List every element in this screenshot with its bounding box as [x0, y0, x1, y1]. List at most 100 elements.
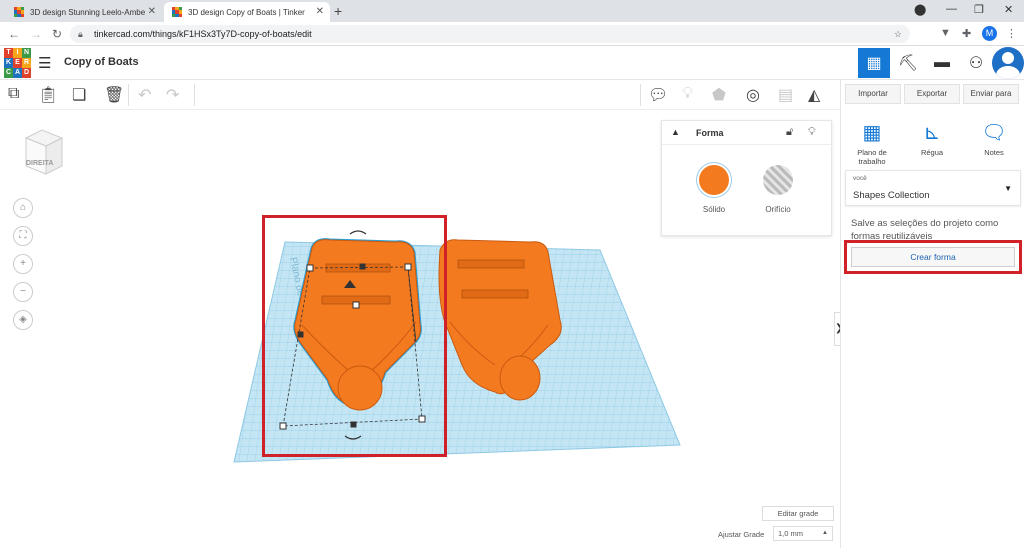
delete-icon[interactable]: 🗑︎: [104, 85, 124, 105]
close-tab-icon[interactable]: ✕: [148, 6, 156, 17]
tinkercad-logo[interactable]: T I N K E R C A D: [4, 48, 31, 78]
shape-inspector-header: ▲ Forma 🔓︎ 💡︎: [662, 121, 831, 145]
edit-grid-button[interactable]: Editar grade: [762, 506, 834, 521]
highlight-box-create: [844, 240, 1022, 274]
lock-icon[interactable]: 🔓︎: [786, 126, 793, 139]
workplane-tool[interactable]: ▦ Plano de trabalho: [847, 120, 897, 166]
workplane-tool-label: Plano de trabalho: [857, 148, 887, 166]
toolbar-divider: [640, 84, 641, 106]
export-button[interactable]: Exportar: [904, 84, 960, 104]
solid-swatch[interactable]: [699, 165, 729, 195]
logo-letter: R: [22, 58, 31, 68]
reload-icon[interactable]: ↻: [52, 27, 62, 41]
fit-view-icon[interactable]: ⛶: [13, 226, 33, 246]
edit-toolbar: ⧉ 📋︎ ❏ 🗑︎ ↶ ↷ 💬︎ 💡︎ ⬟ ◎ ▤ ◭: [0, 80, 840, 110]
minimize-icon[interactable]: —: [946, 3, 957, 15]
forward-icon[interactable]: →: [30, 27, 42, 41]
ruler-tool-label: Régua: [920, 148, 944, 157]
snap-grid-label: Ajustar Grade: [718, 530, 765, 539]
tab-title: 3D design Copy of Boats | Tinker: [188, 7, 305, 17]
create-shape-hint: Salve as seleções do projeto como formas…: [851, 218, 999, 239]
align-icon[interactable]: ▤: [778, 85, 793, 105]
toolbar-divider: [128, 84, 129, 106]
zoom-out-icon[interactable]: −: [13, 282, 33, 302]
hole-label: Orifício: [765, 205, 791, 214]
dropdown-arrow-icon: ▼: [1004, 184, 1012, 193]
notes-tool-label: Notes: [984, 148, 1004, 157]
paste-icon[interactable]: 📋︎: [38, 85, 58, 105]
notes-icon: 🗨︎: [981, 122, 1007, 144]
close-window-icon[interactable]: ✕: [1004, 3, 1013, 16]
menu-dots-icon[interactable]: ⋮: [1006, 27, 1017, 40]
shape-inspector: ▲ Forma 🔓︎ 💡︎ Sólido Orifício: [661, 120, 832, 236]
view-cube[interactable]: DIREITA: [22, 128, 64, 176]
design-list-icon[interactable]: ☰: [38, 54, 51, 72]
logo-letter: K: [4, 58, 13, 68]
address-bar-row: ← → ↻ 🔒︎ tinkercad.com/things/kF1HSx3Ty7…: [0, 22, 1024, 46]
solid-option[interactable]: Sólido: [684, 165, 744, 214]
send-to-button[interactable]: Enviar para: [963, 84, 1019, 104]
ruler-tool[interactable]: ⊾ Régua: [907, 120, 957, 157]
view-cube-label: DIREITA: [26, 160, 54, 167]
bricks-icon[interactable]: ▬: [926, 48, 958, 78]
logo-letter: T: [4, 48, 13, 58]
new-tab-icon[interactable]: +: [334, 3, 342, 19]
dropdown-owner-label: você: [853, 175, 867, 182]
undo-icon[interactable]: ↶: [138, 85, 151, 105]
3d-view-icon[interactable]: ▦: [858, 48, 890, 78]
tinkercad-favicon: [14, 7, 24, 17]
puzzle-icon[interactable]: ✚: [962, 27, 971, 40]
blocks-pickaxe-icon[interactable]: ⛏: [892, 48, 924, 78]
bookmark-star-icon[interactable]: ☆: [894, 25, 902, 43]
profile-avatar-icon[interactable]: M: [982, 26, 997, 41]
visibility-bulb-icon[interactable]: 💡︎: [808, 126, 816, 139]
group-icon[interactable]: ⬟: [712, 85, 726, 105]
shapes-library-dropdown[interactable]: você Shapes Collection ▼: [845, 170, 1021, 206]
ungroup-icon[interactable]: ◎: [746, 85, 760, 105]
lightbulb-icon[interactable]: 💡︎: [682, 85, 693, 103]
ruler-icon: ⊾: [923, 122, 941, 144]
logo-letter: E: [13, 58, 22, 68]
close-tab-icon[interactable]: ✕: [316, 6, 324, 17]
app-header: T I N K E R C A D ☰ Copy of Boats ▦ ⛏ ▬ …: [0, 46, 1024, 80]
select-arrow-icon: ▲: [822, 530, 828, 536]
mirror-icon[interactable]: ◭: [808, 85, 820, 105]
url-text: tinkercad.com/things/kF1HSx3Ty7D-copy-of…: [94, 29, 312, 39]
redo-icon[interactable]: ↷: [166, 85, 179, 105]
hole-option[interactable]: Orifício: [748, 165, 808, 214]
collapse-arrow-icon[interactable]: ▲: [671, 127, 680, 137]
add-user-icon[interactable]: ⚇: [960, 48, 992, 78]
back-icon[interactable]: ←: [8, 27, 20, 41]
rotate-handle-top: [349, 230, 367, 235]
browser-tab-active[interactable]: 3D design Copy of Boats | Tinker ✕: [164, 2, 330, 22]
url-field[interactable]: 🔒︎ tinkercad.com/things/kF1HSx3Ty7D-copy…: [70, 25, 910, 43]
lock-icon: 🔒︎: [78, 29, 83, 39]
right-panel: Importar Exportar Enviar para ▦ Plano de…: [840, 80, 1024, 548]
duplicate-icon[interactable]: ❏: [72, 85, 86, 105]
snap-grid-select[interactable]: 1,0 mm ▲: [773, 526, 833, 541]
user-avatar[interactable]: [992, 47, 1024, 79]
snap-grid-value: 1,0 mm: [778, 529, 804, 538]
perspective-icon[interactable]: ◈: [13, 310, 33, 330]
browser-tab[interactable]: 3D design Stunning Leelo-Ambe ✕: [6, 2, 162, 22]
logo-letter: I: [13, 48, 22, 58]
maximize-icon[interactable]: ❐: [974, 3, 984, 16]
project-title[interactable]: Copy of Boats: [64, 56, 139, 68]
logo-letter: N: [22, 48, 31, 58]
hole-swatch[interactable]: [763, 165, 793, 195]
tinkercad-favicon: [172, 7, 182, 17]
browser-tabbar: 3D design Stunning Leelo-Ambe ✕ 3D desig…: [0, 0, 1024, 22]
copy-icon[interactable]: ⧉: [8, 85, 19, 103]
notes-bubble-icon[interactable]: 💬︎: [648, 85, 668, 105]
notes-tool[interactable]: 🗨︎ Notes: [969, 120, 1019, 157]
solid-label: Sólido: [702, 205, 726, 214]
home-view-icon[interactable]: ⌂: [13, 198, 33, 218]
zoom-in-icon[interactable]: +: [13, 254, 33, 274]
tab-title: 3D design Stunning Leelo-Ambe: [30, 7, 146, 17]
import-button[interactable]: Importar: [845, 84, 901, 104]
tab-search-icon[interactable]: ⬤: [914, 3, 926, 16]
workplane-icon: ▦: [862, 122, 882, 144]
extension-icon[interactable]: ▼: [940, 27, 951, 39]
logo-letter: C: [4, 68, 13, 78]
dropdown-value: Shapes Collection: [853, 190, 930, 201]
